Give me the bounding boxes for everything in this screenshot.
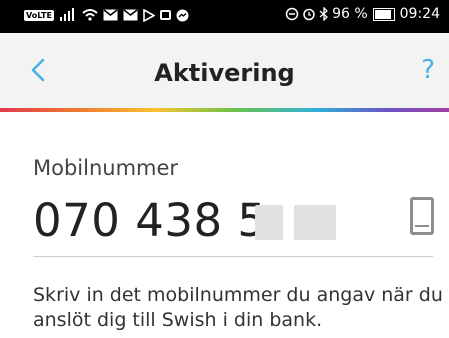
battery-icon (372, 7, 395, 21)
messenger-icon (176, 9, 189, 21)
redacted-digits (255, 205, 283, 240)
mail-icon (123, 9, 138, 21)
gallery-icon (159, 10, 171, 20)
volte-icon: VoLTE (24, 9, 54, 21)
phone-icon[interactable] (410, 197, 434, 235)
status-right: 96 % 09:24 (285, 6, 440, 22)
instruction-text: Skriv in det mobilnummer du angav när du… (33, 284, 443, 331)
vibrate-icon (285, 7, 299, 21)
phone-number-label: Mobilnummer (33, 156, 179, 180)
wifi-icon (82, 9, 98, 21)
status-left-icons: VoLTE (24, 8, 189, 22)
clock: 09:24 (399, 6, 440, 22)
bluetooth-icon (319, 7, 329, 21)
input-underline (33, 256, 433, 257)
signal-icon (59, 8, 74, 21)
status-bar: VoLTE 96 % 09:24 (0, 0, 449, 33)
battery-percent: 96 % (332, 6, 368, 22)
alarm-icon (303, 8, 315, 21)
phone-number-input[interactable]: 070 438 5 (33, 194, 267, 247)
play-store-icon (143, 8, 155, 22)
rainbow-divider (0, 108, 449, 112)
redacted-digits (294, 205, 336, 240)
mail-icon (103, 9, 118, 21)
help-button[interactable]: ? (421, 55, 435, 85)
page-title: Aktivering (154, 59, 295, 87)
app-header: Aktivering ? (0, 33, 449, 109)
